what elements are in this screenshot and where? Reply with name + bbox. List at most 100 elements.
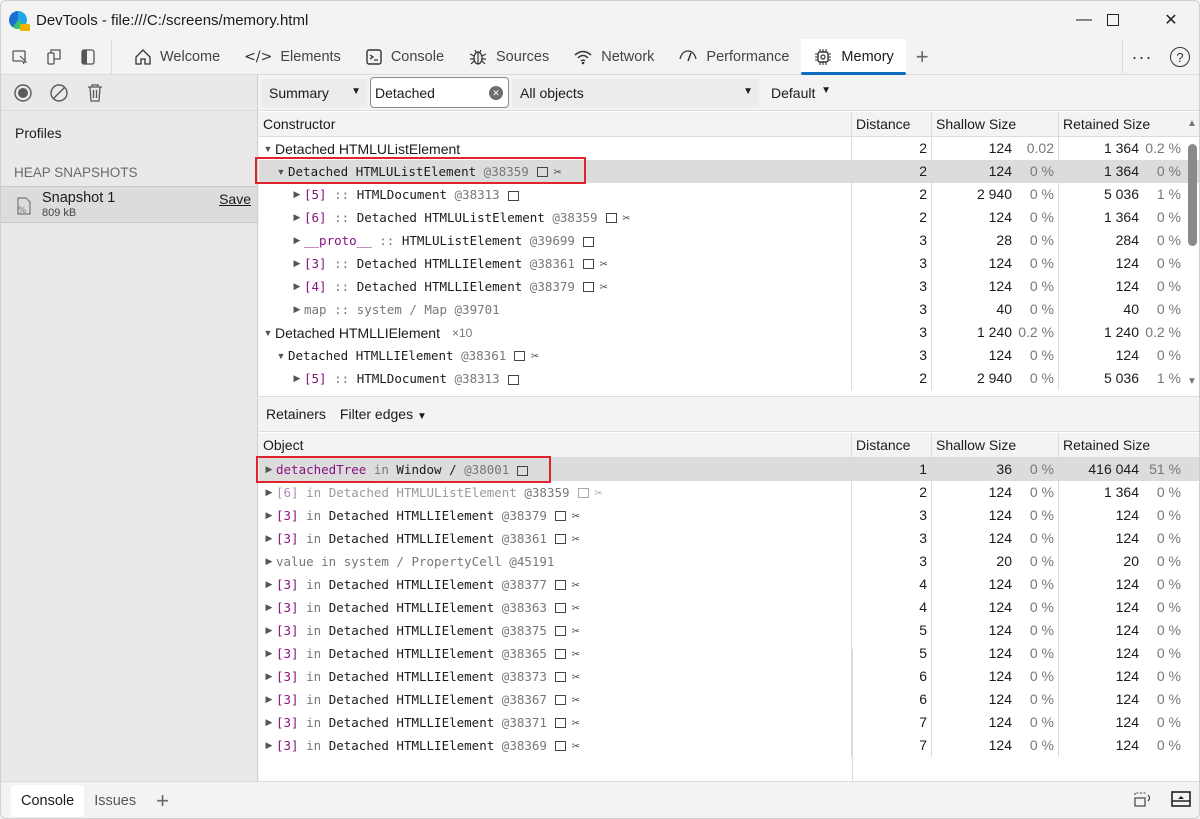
save-snapshot-link[interactable]: Save [219,191,251,207]
table-row[interactable]: ▶ [3] in Detached HTMLLIElement @38367 ✂ 6 1… [259,688,1199,711]
tab-network[interactable]: Network [561,39,666,75]
reveal-in-elements-icon[interactable] [507,190,519,201]
reveal-in-elements-icon[interactable] [554,603,566,613]
table-row[interactable]: ▶ [3] in Detached HTMLLIElement @38375 ✂ 5 1… [259,619,1199,642]
column-header-distance[interactable]: Distance [852,433,932,457]
expand-right-icon[interactable]: ▶ [263,556,275,567]
column-header-object[interactable]: Object [259,433,852,457]
table-row[interactable]: ▶ detachedTree in Window / @38001 1 36 0 % 41… [259,458,1199,481]
help-button[interactable]: ? [1161,39,1199,75]
reveal-in-elements-icon[interactable] [517,465,529,476]
expand-right-icon[interactable]: ▶ [291,281,303,292]
more-options-button[interactable]: ··· [1123,39,1161,75]
scroll-down-icon[interactable]: ▼ [1187,376,1197,387]
tab-elements[interactable]: </> Elements [232,39,353,75]
table-row[interactable]: ▼ Detached HTMLLIElement @38361 ✂ 3 124 0 % 12… [259,344,1199,367]
sort-select[interactable]: Default ▼ [763,79,833,107]
column-header-retained-size[interactable]: Retained Size [1059,112,1184,136]
expand-right-icon[interactable]: ▶ [263,510,275,521]
column-header-distance[interactable]: Distance [852,112,932,136]
reveal-in-elements-icon[interactable] [554,672,566,682]
table-row[interactable]: ▶ [3] in Detached HTMLLIElement @38369 ✂ 7 1… [259,734,1199,757]
column-header-constructor[interactable]: Constructor [259,112,852,136]
table-row[interactable]: ▼ Detached HTMLUListElement @38359 ✂ 2 124 0 … [259,160,1199,183]
column-header-shallow-size[interactable]: Shallow Size [932,433,1059,457]
clear-profiles-button[interactable] [47,81,71,105]
column-header-shallow-size[interactable]: Shallow Size [932,112,1059,136]
expand-right-icon[interactable]: ▶ [263,533,275,544]
expand-right-icon[interactable]: ▶ [263,648,275,659]
reveal-in-elements-icon[interactable] [554,511,566,521]
column-header-retained-size[interactable]: Retained Size [1059,433,1184,457]
expand-right-icon[interactable]: ▶ [291,373,303,384]
table-row[interactable]: ▶ [5] :: HTMLDocument @38313 2 2 940 0 % 5 03… [259,367,1199,390]
reveal-in-elements-icon[interactable] [554,580,566,590]
reveal-in-elements-icon[interactable] [536,167,548,177]
add-drawer-tab-button[interactable]: + [146,785,179,817]
reveal-in-elements-icon[interactable] [554,718,566,728]
expand-down-icon[interactable]: ▼ [275,167,287,177]
scrollbar-thumb[interactable] [1188,144,1197,246]
take-snapshot-button[interactable] [11,81,35,105]
expand-down-icon[interactable]: ▼ [262,328,274,338]
tab-performance[interactable]: Performance [666,39,801,75]
expand-right-icon[interactable]: ▶ [263,579,275,590]
table-row[interactable]: ▶ [3] in Detached HTMLLIElement @38373 ✂ 6 1… [259,665,1199,688]
table-row[interactable]: ▶ value in system / PropertyCell @45191 3 2… [259,550,1199,573]
table-row[interactable]: ▶ map :: system / Map @39701 3 40 0 % 40 0 % [259,298,1199,321]
reveal-in-elements-icon[interactable] [605,213,617,223]
close-button[interactable]: ✕ [1142,1,1199,39]
expand-down-icon[interactable]: ▼ [262,144,274,154]
reveal-in-elements-icon[interactable] [554,626,566,636]
drawer-tab-console[interactable]: Console [11,785,85,817]
expand-right-icon[interactable]: ▶ [263,625,275,636]
table-row[interactable]: ▶ [3] in Detached HTMLLIElement @38371 ✂ 7 1… [259,711,1199,734]
filter-edges-dropdown[interactable]: Filter edges ▼ [340,406,427,422]
table-row[interactable]: ▶ [3] in Detached HTMLLIElement @38377 ✂ 4 1… [259,573,1199,596]
tab-memory[interactable]: Memory [801,38,907,75]
table-row[interactable]: ▼ Detached HTMLLIElement ×10 3 1 240 0.2 % 1 2… [259,321,1199,344]
snapshot-item[interactable]: % Snapshot 1 809 kB Save [1,186,257,223]
table-row[interactable]: ▶ [3] in Detached HTMLLIElement @38365 ✂ 5 1… [259,642,1199,665]
expand-right-icon[interactable]: ▶ [263,464,275,475]
tab-welcome[interactable]: Welcome [122,39,232,75]
view-select[interactable]: Summary ▼ [261,79,367,107]
tab-sources[interactable]: Sources [456,39,561,75]
reveal-in-elements-icon[interactable] [554,534,566,544]
expand-down-icon[interactable]: ▼ [275,351,287,361]
table-row[interactable]: ▶ [3] :: Detached HTMLLIElement @38361 ✂ 3 1… [259,252,1199,275]
table-row[interactable]: ▶ [3] in Detached HTMLLIElement @38379 ✂ 3 1… [259,504,1199,527]
reveal-in-elements-icon[interactable] [554,649,566,659]
expand-right-icon[interactable]: ▶ [263,671,275,682]
reveal-in-elements-icon[interactable] [554,695,566,705]
scroll-up-icon[interactable]: ▲ [1187,118,1197,129]
expand-right-icon[interactable]: ▶ [263,717,275,728]
expand-right-icon[interactable]: ▶ [263,602,275,613]
table-row[interactable]: ▶ [5] :: HTMLDocument @38313 2 2 940 0 % 5 03… [259,183,1199,206]
reveal-in-elements-icon[interactable] [582,282,594,292]
clear-filter-icon[interactable]: ✕ [489,86,503,100]
maximize-button[interactable] [1084,1,1142,39]
drawer-tab-issues[interactable]: Issues [84,785,146,817]
delete-button[interactable] [83,81,107,105]
reveal-in-elements-icon[interactable] [507,374,519,385]
expand-right-icon[interactable]: ▶ [291,189,303,200]
expand-right-icon[interactable]: ▶ [291,235,303,246]
table-row[interactable]: ▶ [3] in Detached HTMLLIElement @38361 ✂ 3 1… [259,527,1199,550]
table-row[interactable]: ▶ [4] :: Detached HTMLLIElement @38379 ✂ 3 1… [259,275,1199,298]
reveal-in-elements-icon[interactable] [582,259,594,269]
expand-drawer-icon[interactable] [1171,790,1191,811]
reveal-in-elements-icon[interactable] [514,351,526,361]
reveal-in-elements-icon[interactable] [577,488,589,498]
inspect-element-icon[interactable] [5,42,35,72]
reveal-in-elements-icon[interactable] [554,741,566,751]
add-tab-button[interactable]: + [906,44,939,70]
expand-right-icon[interactable]: ▶ [263,694,275,705]
table-row[interactable]: ▶ [3] in Detached HTMLLIElement @38363 ✂ 4 1… [259,596,1199,619]
dock-sidebar-icon[interactable] [73,42,103,72]
table-row[interactable]: ▶ __proto__ :: HTMLUListElement @39699 3 28… [259,229,1199,252]
reveal-in-elements-icon[interactable] [582,236,594,247]
expand-right-icon[interactable]: ▶ [291,258,303,269]
summary-scrollbar[interactable]: ▲ ▼ [1184,112,1199,395]
table-row[interactable]: ▶ [6] in Detached HTMLUListElement @38359… [259,481,1199,504]
